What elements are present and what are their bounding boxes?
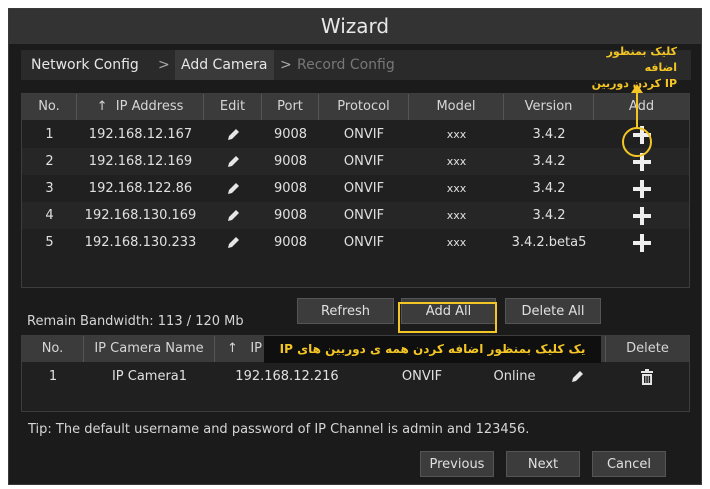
annotation-line: کردن دوربین IP	[591, 77, 677, 90]
header-ip-label: IP Address	[115, 99, 184, 114]
cell-port: 9008	[273, 181, 308, 196]
add-all-annotation: یک کلیک بمنظور اضافه کردن همه ی دوربین ه…	[264, 336, 601, 363]
add-all-highlight	[398, 302, 497, 333]
header-ip-address[interactable]: ↑ IP Address	[77, 94, 204, 120]
cell-ip: 192.168.130.169	[84, 208, 197, 223]
table-row[interactable]: 5 192.168.130.233 9008 ONVIF xxx 3.4.2.beta5	[22, 229, 689, 256]
cell-protocol: ONVIF	[401, 369, 443, 384]
add-icon[interactable]	[594, 229, 689, 256]
cancel-button[interactable]: Cancel	[592, 451, 666, 477]
cell-camera-name: IP Camera1	[111, 369, 188, 384]
cell-ip: 192.168.122.86	[88, 181, 193, 196]
header-version: Version	[504, 94, 594, 120]
table-header: No. ↑ IP Address Edit Port Protocol Mode…	[22, 94, 689, 120]
header-port: Port	[262, 94, 319, 120]
cell-model: xxx	[446, 182, 467, 195]
cell-no: 4	[45, 208, 54, 223]
table-row[interactable]: 4 192.168.130.169 9008 ONVIF xxx 3.4.2	[22, 202, 689, 229]
add-highlight-circle	[622, 127, 652, 157]
cell-status: Online	[493, 369, 536, 384]
cell-ip: 192.168.12.167	[88, 127, 193, 142]
edit-icon[interactable]	[204, 175, 262, 202]
cell-no: 1	[45, 127, 54, 142]
tab-network-config[interactable]: Network Config	[31, 50, 139, 80]
table-row[interactable]: 3 192.168.122.86 9008 ONVIF xxx 3.4.2	[22, 175, 689, 202]
header-add: Add	[628, 99, 655, 114]
trash-icon[interactable]	[605, 363, 689, 390]
cell-no: 3	[45, 181, 54, 196]
step-separator-icon: >	[280, 57, 292, 73]
sort-arrow-icon: ↑	[96, 99, 108, 114]
cell-port: 9008	[273, 208, 308, 223]
header-no: No.	[22, 336, 84, 362]
cell-model: xxx	[446, 128, 467, 141]
edit-icon[interactable]	[562, 363, 592, 390]
cell-model: xxx	[446, 236, 467, 249]
cell-version: 3.4.2	[532, 208, 566, 223]
cell-port: 9008	[273, 127, 308, 142]
search-results-table: No. ↑ IP Address Edit Port Protocol Mode…	[21, 93, 690, 288]
cell-model: xxx	[446, 155, 467, 168]
cell-port: 9008	[273, 154, 308, 169]
cell-version: 3.4.2	[532, 181, 566, 196]
previous-button[interactable]: Previous	[420, 451, 494, 477]
cell-ip: 192.168.130.233	[84, 235, 197, 250]
header-no: No.	[22, 94, 77, 120]
header-ip-label: IP	[250, 341, 262, 356]
edit-icon[interactable]	[204, 229, 262, 256]
header-delete: Delete	[605, 336, 689, 362]
cell-version: 3.4.2.beta5	[511, 235, 587, 250]
cell-version: 3.4.2	[532, 127, 566, 142]
add-icon[interactable]	[594, 175, 689, 202]
edit-icon[interactable]	[204, 202, 262, 229]
header-model: Model	[409, 94, 504, 120]
cell-no: 1	[48, 369, 58, 384]
table-row[interactable]: 1 192.168.12.167 9008 ONVIF xxx 3.4.2	[22, 121, 689, 148]
annotation-line: کلیک بمنظور اضافه	[606, 45, 677, 74]
table-row[interactable]: 1 IP Camera1 192.168.12.216 ONVIF Online	[22, 363, 689, 390]
cell-protocol: ONVIF	[343, 235, 385, 250]
tip-text: Tip: The default username and password o…	[28, 422, 530, 437]
cell-protocol: ONVIF	[343, 154, 385, 169]
sort-arrow-icon: ↑	[227, 341, 238, 356]
cell-ip: 192.168.12.216	[235, 369, 339, 384]
add-icon[interactable]	[594, 202, 689, 229]
header-edit: Edit	[204, 94, 262, 120]
step-separator-icon: >	[158, 57, 170, 73]
cell-port: 9008	[273, 235, 308, 250]
delete-all-button[interactable]: Delete All	[505, 298, 601, 324]
annotation-arrow	[636, 88, 638, 128]
window-title: Wizard	[9, 9, 701, 44]
tab-add-camera[interactable]: Add Camera	[175, 50, 274, 80]
refresh-button[interactable]: Refresh	[297, 298, 394, 324]
remaining-bandwidth: Remain Bandwidth: 113 / 120 Mb	[27, 314, 244, 329]
header-ip-camera-name: IP Camera Name	[84, 336, 215, 362]
annotation-arrowhead	[631, 84, 643, 93]
next-button[interactable]: Next	[506, 451, 580, 477]
tab-record-config[interactable]: Record Config	[297, 50, 395, 80]
edit-icon[interactable]	[204, 121, 262, 148]
cell-version: 3.4.2	[532, 154, 566, 169]
header-protocol: Protocol	[319, 94, 409, 120]
cell-protocol: ONVIF	[343, 181, 385, 196]
table-row[interactable]: 2 192.168.12.169 9008 ONVIF xxx 3.4.2	[22, 148, 689, 175]
cell-model: xxx	[446, 209, 467, 222]
cell-no: 5	[45, 235, 54, 250]
edit-icon[interactable]	[204, 148, 262, 175]
add-ip-annotation: کلیک بمنظور اضافه کردن دوربین IP	[573, 44, 677, 92]
cell-protocol: ONVIF	[343, 208, 385, 223]
cell-no: 2	[45, 154, 54, 169]
cell-protocol: ONVIF	[343, 127, 385, 142]
cell-ip: 192.168.12.169	[88, 154, 193, 169]
